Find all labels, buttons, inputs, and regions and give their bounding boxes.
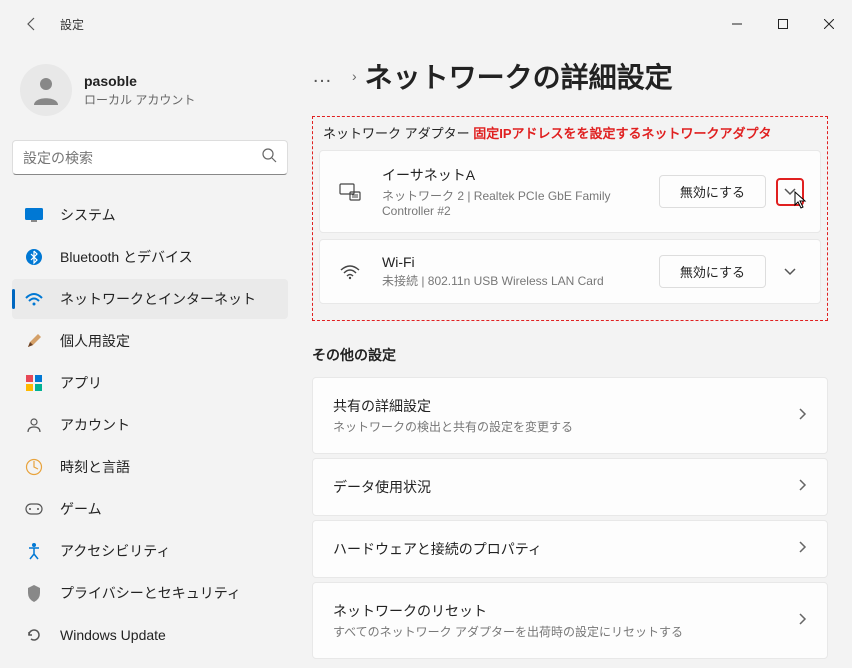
sidebar-item-apps[interactable]: アプリ	[12, 363, 288, 403]
sidebar-item-accessibility[interactable]: アクセシビリティ	[12, 531, 288, 571]
section-label: ネットワーク アダプター	[323, 126, 470, 141]
update-icon	[24, 625, 44, 645]
sidebar-item-label: アカウント	[60, 415, 130, 435]
accessibility-icon	[24, 541, 44, 561]
sidebar-item-label: プライバシーとセキュリティ	[60, 583, 241, 603]
minimize-button[interactable]	[714, 8, 760, 40]
adapter-wifi: Wi-Fi 未接続 | 802.11n USB Wireless LAN Car…	[319, 239, 821, 304]
page-title: ネットワークの詳細設定	[365, 56, 673, 96]
expand-button[interactable]	[776, 258, 804, 286]
wifi-icon	[336, 264, 364, 280]
chevron-right-icon	[799, 478, 807, 496]
annotation-box: ネットワーク アダプター 固定IPアドレスをを設定するネットワークアダプタ イー…	[312, 116, 828, 321]
back-button[interactable]	[16, 8, 48, 40]
setting-sharing[interactable]: 共有の詳細設定 ネットワークの検出と共有の設定を変更する	[312, 377, 828, 454]
sidebar-item-privacy[interactable]: プライバシーとセキュリティ	[12, 573, 288, 613]
sidebar-item-label: ネットワークとインターネット	[60, 289, 256, 309]
adapter-name: Wi-Fi	[382, 254, 659, 270]
shield-icon	[24, 583, 44, 603]
adapter-name: イーサネットA	[382, 165, 659, 185]
apps-icon	[24, 373, 44, 393]
profile[interactable]: pasoble ローカル アカウント	[12, 56, 288, 124]
section-title: その他の設定	[312, 345, 828, 365]
window-title: 設定	[60, 16, 84, 33]
setting-sub: ネットワークの検出と共有の設定を変更する	[333, 418, 799, 435]
disable-button[interactable]: 無効にする	[659, 255, 766, 288]
sidebar-item-label: ゲーム	[60, 499, 102, 519]
sidebar-item-label: Bluetooth とデバイス	[60, 247, 193, 267]
cursor-icon	[794, 191, 808, 214]
main-content: … › ネットワークの詳細設定 ネットワーク アダプター 固定IPアドレスをを設…	[300, 48, 852, 668]
sidebar-item-network[interactable]: ネットワークとインターネット	[12, 279, 288, 319]
expand-button[interactable]	[776, 178, 804, 206]
sidebar-item-bluetooth[interactable]: Bluetooth とデバイス	[12, 237, 288, 277]
search-input[interactable]	[23, 150, 261, 166]
sidebar-item-personalization[interactable]: 個人用設定	[12, 321, 288, 361]
breadcrumb: … › ネットワークの詳細設定	[312, 56, 828, 96]
annotation-text: 固定IPアドレスをを設定するネットワークアダプタ	[473, 126, 771, 141]
chevron-right-icon	[799, 612, 807, 630]
adapter-sub: 未接続 | 802.11n USB Wireless LAN Card	[382, 272, 659, 289]
sidebar-item-label: アクセシビリティ	[60, 541, 170, 561]
chevron-right-icon: ›	[352, 68, 357, 84]
sidebar-item-time[interactable]: 時刻と言語	[12, 447, 288, 487]
sidebar-item-label: アプリ	[60, 373, 102, 393]
adapter-ethernet: イーサネットA ネットワーク 2 | Realtek PCIe GbE Fami…	[319, 150, 821, 233]
sidebar-item-update[interactable]: Windows Update	[12, 615, 288, 655]
sidebar: pasoble ローカル アカウント システム Bluetooth とデバイス …	[0, 48, 300, 668]
sidebar-item-label: システム	[60, 205, 116, 225]
close-button[interactable]	[806, 8, 852, 40]
avatar	[20, 64, 72, 116]
adapter-sub: ネットワーク 2 | Realtek PCIe GbE Family Contr…	[382, 187, 659, 218]
system-icon	[24, 205, 44, 225]
breadcrumb-dots[interactable]: …	[312, 65, 332, 88]
setting-reset[interactable]: ネットワークのリセット すべてのネットワーク アダプターを出荷時の設定にリセット…	[312, 582, 828, 659]
setting-name: 共有の詳細設定	[333, 396, 799, 416]
setting-sub: すべてのネットワーク アダプターを出荷時の設定にリセットする	[333, 623, 799, 640]
sidebar-item-system[interactable]: システム	[12, 195, 288, 235]
sidebar-item-label: 個人用設定	[60, 331, 130, 351]
profile-sub: ローカル アカウント	[84, 91, 195, 108]
paintbrush-icon	[24, 331, 44, 351]
setting-data-usage[interactable]: データ使用状況	[312, 458, 828, 516]
setting-hardware[interactable]: ハードウェアと接続のプロパティ	[312, 520, 828, 578]
sidebar-item-accounts[interactable]: アカウント	[12, 405, 288, 445]
setting-name: ネットワークのリセット	[333, 601, 799, 621]
bluetooth-icon	[24, 247, 44, 267]
profile-name: pasoble	[84, 73, 195, 89]
sidebar-item-label: Windows Update	[60, 627, 166, 643]
account-icon	[24, 415, 44, 435]
search-icon	[261, 147, 277, 168]
sidebar-item-gaming[interactable]: ゲーム	[12, 489, 288, 529]
disable-button[interactable]: 無効にする	[659, 175, 766, 208]
clock-globe-icon	[24, 457, 44, 477]
setting-name: ハードウェアと接続のプロパティ	[333, 539, 799, 559]
setting-name: データ使用状況	[333, 477, 799, 497]
network-icon	[24, 289, 44, 309]
ethernet-icon	[336, 182, 364, 202]
sidebar-item-label: 時刻と言語	[60, 457, 130, 477]
gaming-icon	[24, 499, 44, 519]
maximize-button[interactable]	[760, 8, 806, 40]
chevron-right-icon	[799, 407, 807, 425]
search-box[interactable]	[12, 140, 288, 175]
window-controls	[714, 8, 852, 40]
chevron-right-icon	[799, 540, 807, 558]
titlebar: 設定	[0, 0, 852, 48]
